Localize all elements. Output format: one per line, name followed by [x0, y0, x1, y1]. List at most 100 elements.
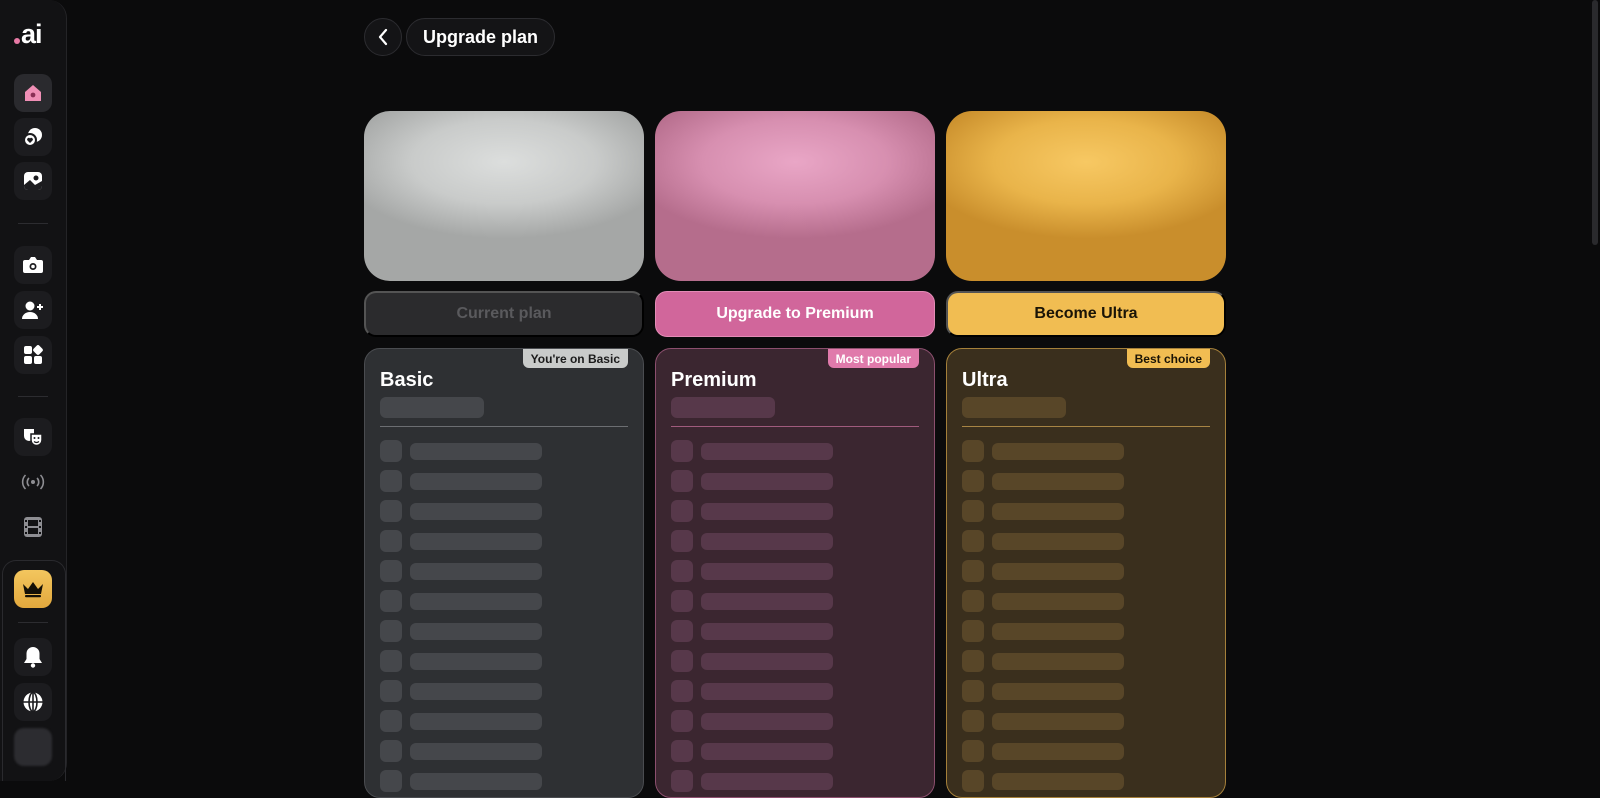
feature-icon-placeholder: [380, 560, 402, 582]
feature-icon-placeholder: [671, 680, 693, 702]
feature-text-placeholder: [992, 742, 1124, 760]
sidebar-divider: [18, 622, 48, 623]
feature-placeholder-row: [380, 706, 628, 736]
sidebar-item-notifications[interactable]: [14, 638, 52, 676]
feature-icon-placeholder: [671, 560, 693, 582]
sidebar-divider: [18, 223, 48, 224]
bell-icon: [24, 647, 42, 668]
feature-placeholder-row: [380, 646, 628, 676]
feature-text-placeholder: [410, 592, 542, 610]
feature-icon-placeholder: [962, 590, 984, 612]
feature-text-placeholder: [701, 502, 833, 520]
sidebar-item-upgrade[interactable]: [14, 570, 52, 608]
feature-placeholder-row: [962, 586, 1210, 616]
logo-text: ai: [21, 19, 43, 49]
feature-icon-placeholder: [962, 500, 984, 522]
feature-text-placeholder: [701, 592, 833, 610]
feature-placeholder-row: [962, 706, 1210, 736]
feature-icon-placeholder: [962, 650, 984, 672]
sidebar-item-live[interactable]: [14, 463, 52, 501]
sidebar-item-home[interactable]: [14, 74, 52, 112]
feature-icon-placeholder: [671, 620, 693, 642]
feature-placeholder-row: [962, 676, 1210, 706]
sidebar-item-widgets[interactable]: [14, 336, 52, 374]
feature-placeholder-row: [671, 586, 919, 616]
feature-icon-placeholder: [380, 650, 402, 672]
feature-text-placeholder: [701, 442, 833, 460]
plan-badge: Most popular: [827, 349, 919, 368]
feature-icon-placeholder: [380, 590, 402, 612]
app-logo[interactable]: ai: [14, 18, 54, 48]
feature-placeholder-row: [671, 496, 919, 526]
card-divider: [380, 426, 628, 427]
gallery-icon: [24, 172, 42, 190]
feature-text-placeholder: [410, 622, 542, 640]
feature-icon-placeholder: [671, 470, 693, 492]
feature-icon-placeholder: [380, 710, 402, 732]
feature-placeholder-row: [671, 466, 919, 496]
feature-text-placeholder: [992, 592, 1124, 610]
feature-placeholder-row: [380, 556, 628, 586]
page-title: Upgrade plan: [406, 18, 556, 56]
feature-placeholder-row: [671, 556, 919, 586]
feature-icon-placeholder: [380, 470, 402, 492]
feature-text-placeholder: [992, 532, 1124, 550]
sidebar: ai: [0, 0, 67, 781]
sidebar-item-add-character[interactable]: [14, 291, 52, 329]
feature-icon-placeholder: [962, 680, 984, 702]
feature-text-placeholder: [992, 622, 1124, 640]
feature-list: [962, 436, 1210, 796]
feature-placeholder-row: [962, 496, 1210, 526]
feature-text-placeholder: [410, 472, 542, 490]
home-icon: [25, 85, 41, 101]
feature-text-placeholder: [992, 712, 1124, 730]
sidebar-item-videos[interactable]: [14, 508, 52, 546]
basic-plan-image: [364, 111, 644, 281]
globe-icon: [23, 691, 43, 713]
plan-name: Premium: [671, 369, 757, 391]
plan-name: Ultra: [962, 369, 1008, 391]
become-ultra-button[interactable]: Become Ultra: [946, 291, 1226, 337]
feature-icon-placeholder: [962, 440, 984, 462]
feature-icon-placeholder: [671, 440, 693, 462]
feature-icon-placeholder: [671, 770, 693, 792]
feature-placeholder-row: [671, 676, 919, 706]
plan-badge: Best choice: [1126, 349, 1210, 368]
card-divider: [671, 426, 919, 427]
sidebar-divider: [18, 396, 48, 397]
sidebar-item-chat[interactable]: [14, 118, 52, 156]
feature-icon-placeholder: [671, 650, 693, 672]
back-button[interactable]: [364, 18, 402, 56]
camera-icon: [23, 257, 43, 273]
sidebar-item-roleplay[interactable]: [14, 418, 52, 456]
feature-icon-placeholder: [380, 680, 402, 702]
feature-text-placeholder: [701, 532, 833, 550]
feature-placeholder-row: [962, 646, 1210, 676]
feature-icon-placeholder: [380, 440, 402, 462]
feature-placeholder-row: [380, 526, 628, 556]
page-scrollbar[interactable]: [1592, 0, 1598, 245]
feature-placeholder-row: [962, 766, 1210, 796]
feature-text-placeholder: [701, 622, 833, 640]
feature-text-placeholder: [410, 652, 542, 670]
upgrade-premium-button[interactable]: Upgrade to Premium: [655, 291, 935, 337]
feature-placeholder-row: [962, 556, 1210, 586]
feature-placeholder-row: [380, 496, 628, 526]
feature-placeholder-row: [962, 526, 1210, 556]
feature-text-placeholder: [701, 682, 833, 700]
feature-placeholder-row: [380, 436, 628, 466]
feature-text-placeholder: [992, 652, 1124, 670]
sidebar-item-gallery[interactable]: [14, 162, 52, 200]
feature-placeholder-row: [671, 766, 919, 796]
add-user-icon: [22, 301, 43, 319]
sidebar-item-camera[interactable]: [14, 246, 52, 284]
feature-text-placeholder: [992, 502, 1124, 520]
feature-icon-placeholder: [380, 770, 402, 792]
chevron-left-icon: [378, 28, 388, 46]
film-icon: [24, 517, 42, 537]
feature-icon-placeholder: [380, 740, 402, 762]
feature-icon-placeholder: [671, 500, 693, 522]
widgets-icon: [24, 345, 43, 364]
sidebar-item-language[interactable]: [14, 683, 52, 721]
user-avatar[interactable]: [14, 728, 52, 766]
